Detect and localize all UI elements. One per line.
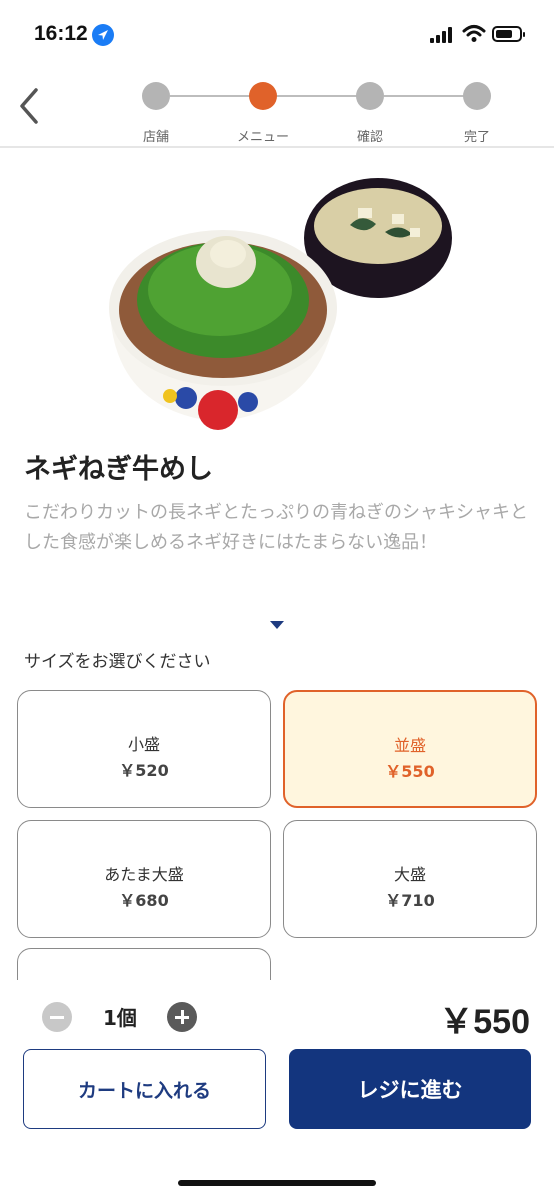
minus-icon[interactable] xyxy=(42,1002,72,1032)
size-option-price: ￥520 xyxy=(119,761,169,780)
home-indicator xyxy=(178,1180,376,1186)
total-price: ￥550 xyxy=(439,1003,530,1041)
plus-icon[interactable] xyxy=(167,1002,197,1032)
add-to-cart-button[interactable]: カートに入れる xyxy=(23,1049,266,1129)
order-bar: 1個 ￥550 カートに入れる レジに進む xyxy=(0,980,554,1200)
size-option-price: ￥680 xyxy=(119,891,169,910)
checkout-button[interactable]: レジに進む xyxy=(289,1049,531,1129)
size-option-name: 大盛 xyxy=(393,865,426,884)
size-option-price: ￥710 xyxy=(385,891,435,910)
size-option-partial[interactable] xyxy=(17,948,271,980)
size-option-regular[interactable]: 並盛 ￥550 xyxy=(283,690,537,808)
size-option-name: あたま大盛 xyxy=(104,865,184,884)
quantity-value: 1個 xyxy=(103,1006,137,1030)
size-option-large[interactable]: 大盛 ￥710 xyxy=(283,820,537,938)
size-option-small[interactable]: 小盛 ￥520 xyxy=(17,690,271,808)
size-options: 小盛 ￥520 並盛 ￥550 あたま大盛 ￥680 大盛 ￥710 xyxy=(0,0,554,980)
size-option-name: 小盛 xyxy=(127,735,160,754)
size-option-price: ￥550 xyxy=(385,762,435,781)
size-option-extra-topping[interactable]: あたま大盛 ￥680 xyxy=(17,820,271,938)
size-option-name: 並盛 xyxy=(393,736,426,755)
